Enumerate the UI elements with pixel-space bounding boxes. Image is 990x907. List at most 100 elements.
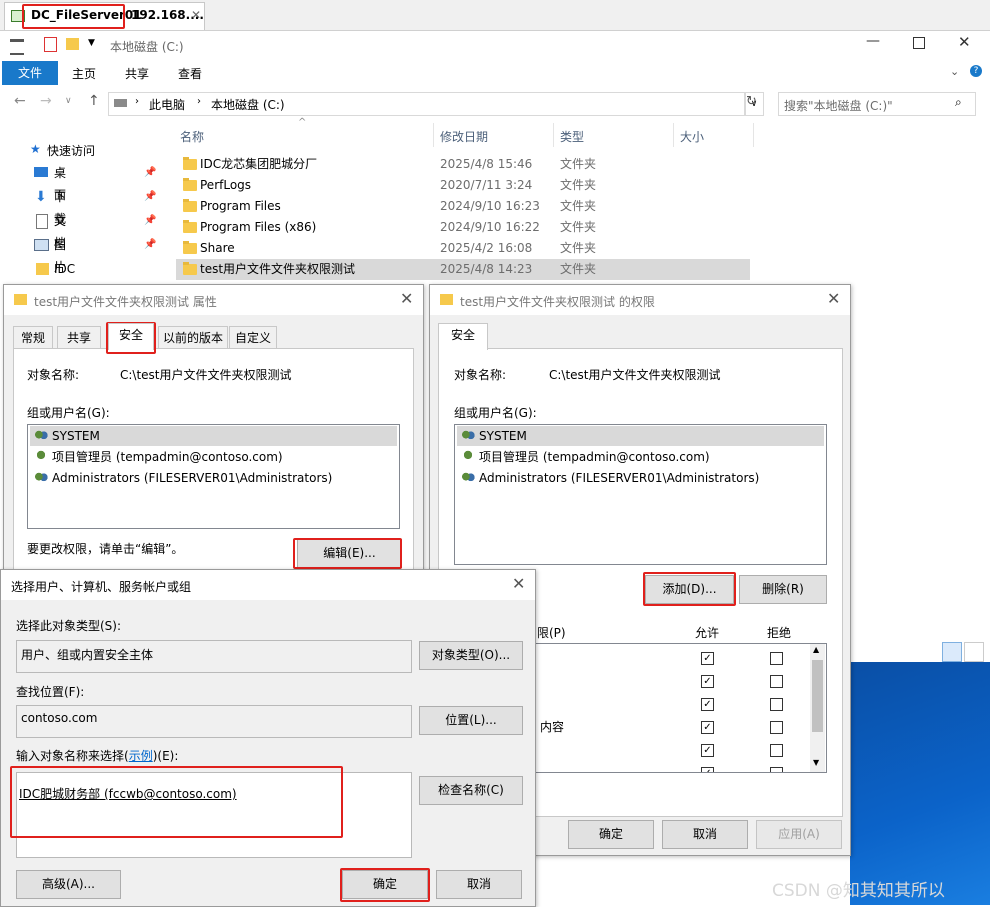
breadcrumb-this-pc[interactable]: 此电脑 — [149, 96, 185, 113]
search-icon[interactable]: ⌕ — [955, 95, 962, 110]
column-header-name[interactable]: 名称 — [180, 128, 204, 145]
quick-access-label[interactable]: 快速访问 — [47, 142, 95, 159]
column-header-type[interactable]: 类型 — [560, 128, 584, 145]
allow-checkbox[interactable]: ✓ — [701, 652, 714, 665]
allow-checkbox[interactable]: ✓ — [701, 744, 714, 757]
remove-button[interactable]: 删除(R) — [739, 575, 827, 604]
deny-checkbox[interactable] — [770, 652, 783, 665]
column-divider[interactable] — [753, 123, 754, 147]
column-divider[interactable] — [553, 123, 554, 147]
scroll-down-icon[interactable]: ▼ — [813, 758, 819, 767]
object-name-entry[interactable]: IDC肥城财务部 (fccwb@contoso.com) — [19, 785, 237, 802]
close-icon[interactable]: ✕ — [958, 33, 971, 51]
file-row[interactable]: Share 2025/4/2 16:08 文件夹 — [176, 238, 750, 259]
ribbon-home-tab[interactable]: 主页 — [72, 65, 96, 82]
list-item[interactable]: SYSTEM — [30, 426, 397, 446]
list-item[interactable]: SYSTEM — [457, 426, 824, 446]
user-list[interactable]: SYSTEM 项目管理员 (tempadmin@contoso.com) Adm… — [27, 424, 400, 529]
list-item[interactable]: 项目管理员 (tempadmin@contoso.com) — [457, 447, 824, 467]
scroll-up-icon[interactable]: ▲ — [813, 645, 819, 654]
address-bar[interactable]: › 此电脑 › 本地磁盘 (C:) — [108, 92, 746, 116]
object-names-input[interactable]: IDC肥城财务部 (fccwb@contoso.com) — [16, 772, 412, 858]
details-view-icon[interactable] — [942, 642, 962, 662]
file-row[interactable]: IDC龙芯集团肥城分厂 2025/4/8 15:46 文件夹 — [176, 154, 750, 175]
deny-checkbox[interactable] — [770, 721, 783, 734]
file-row-selected[interactable]: test用户文件文件夹权限测试 2025/4/8 14:23 文件夹 — [176, 259, 750, 280]
user-list[interactable]: SYSTEM 项目管理员 (tempadmin@contoso.com) Adm… — [454, 424, 827, 565]
up-icon[interactable]: ↑ — [88, 93, 100, 109]
list-item[interactable]: Administrators (FILESERVER01\Administrat… — [30, 468, 397, 488]
help-icon[interactable]: ? — [970, 65, 982, 77]
close-icon[interactable]: ✕ — [400, 289, 413, 308]
chevron-down-icon[interactable]: ⌄ — [950, 65, 959, 78]
allow-checkbox[interactable]: ✓ — [701, 675, 714, 688]
close-icon[interactable]: ✕ — [512, 574, 525, 593]
column-header-date[interactable]: 修改日期 — [440, 128, 488, 145]
pin-icon[interactable]: 📌 — [144, 186, 156, 208]
pin-icon[interactable]: 📌 — [144, 210, 156, 232]
permissions-header: 限(P) — [537, 626, 566, 640]
new-folder-icon[interactable] — [66, 38, 79, 50]
ok-button[interactable]: 确定 — [568, 820, 654, 849]
close-icon[interactable]: ✕ — [191, 8, 201, 22]
properties-icon[interactable] — [44, 37, 57, 52]
column-divider[interactable] — [673, 123, 674, 147]
forward-icon[interactable]: → — [40, 93, 52, 109]
column-divider[interactable] — [433, 123, 434, 147]
chevron-down-icon[interactable]: ∨ — [65, 96, 72, 106]
file-type: 文件夹 — [560, 262, 597, 276]
ok-button[interactable]: 确定 — [342, 870, 428, 899]
ribbon-share-tab[interactable]: 共享 — [125, 65, 149, 82]
refresh-icon[interactable]: ↻ — [746, 94, 757, 109]
tab-previous-versions[interactable]: 以前的版本 — [158, 326, 228, 349]
close-icon[interactable]: ✕ — [827, 289, 840, 308]
deny-checkbox[interactable] — [770, 698, 783, 711]
object-name-label: 对象名称: — [27, 368, 80, 382]
column-header-size[interactable]: 大小 — [680, 128, 704, 145]
file-type: 文件夹 — [560, 199, 597, 213]
tab-security[interactable]: 安全 — [108, 323, 154, 350]
large-icons-view-icon[interactable] — [964, 642, 984, 662]
allow-checkbox[interactable]: ✓ — [701, 721, 714, 734]
file-row[interactable]: PerfLogs 2020/7/11 3:24 文件夹 — [176, 175, 750, 196]
allow-checkbox[interactable]: ✓ — [701, 767, 714, 772]
list-item[interactable]: 项目管理员 (tempadmin@contoso.com) — [30, 447, 397, 467]
scroll-thumb[interactable] — [812, 660, 823, 732]
pin-icon[interactable]: 📌 — [144, 162, 156, 184]
breadcrumb-drive[interactable]: 本地磁盘 (C:) — [211, 96, 285, 113]
search-input[interactable]: 搜索"本地磁盘 (C:)" — [784, 97, 893, 114]
deny-checkbox[interactable] — [770, 767, 783, 772]
file-row[interactable]: Program Files (x86) 2024/9/10 16:22 文件夹 — [176, 217, 750, 238]
check-names-button[interactable]: 检查名称(C) — [419, 776, 523, 805]
ribbon-view-tab[interactable]: 查看 — [178, 65, 202, 82]
ribbon-file-tab[interactable]: 文件 — [2, 61, 58, 85]
minimize-icon[interactable]: — — [866, 33, 880, 49]
tab-general[interactable]: 常规 — [13, 326, 53, 349]
cancel-button[interactable]: 取消 — [436, 870, 522, 899]
quick-access-toolbar-icon[interactable] — [10, 39, 24, 55]
tab-customize[interactable]: 自定义 — [229, 326, 277, 349]
apply-button[interactable]: 应用(A) — [756, 820, 842, 849]
user-name: SYSTEM — [52, 429, 100, 443]
tab-security[interactable]: 安全 — [438, 323, 488, 350]
deny-checkbox[interactable] — [770, 744, 783, 757]
rdp-tab[interactable]: DC_FileServer01 192.168.... ✕ — [4, 2, 205, 30]
advanced-button[interactable]: 高级(A)... — [16, 870, 121, 899]
tab-sharing[interactable]: 共享 — [57, 326, 101, 349]
scrollbar[interactable]: ▲ ▼ — [810, 644, 825, 772]
maximize-icon[interactable] — [913, 37, 925, 49]
search-box[interactable]: 搜索"本地磁盘 (C:)" ⌕ — [778, 92, 976, 116]
pin-icon[interactable]: 📌 — [144, 234, 156, 256]
edit-button[interactable]: 编辑(E)... — [297, 539, 402, 568]
chevron-down-icon[interactable]: ▼ — [88, 38, 95, 48]
examples-link[interactable]: 示例 — [129, 749, 153, 763]
deny-checkbox[interactable] — [770, 675, 783, 688]
cancel-button[interactable]: 取消 — [662, 820, 748, 849]
list-item[interactable]: Administrators (FILESERVER01\Administrat… — [457, 468, 824, 488]
add-button[interactable]: 添加(D)... — [645, 575, 734, 604]
file-row[interactable]: Program Files 2024/9/10 16:23 文件夹 — [176, 196, 750, 217]
object-types-button[interactable]: 对象类型(O)... — [419, 641, 523, 670]
allow-checkbox[interactable]: ✓ — [701, 698, 714, 711]
back-icon[interactable]: ← — [14, 93, 26, 109]
locations-button[interactable]: 位置(L)... — [419, 706, 523, 735]
